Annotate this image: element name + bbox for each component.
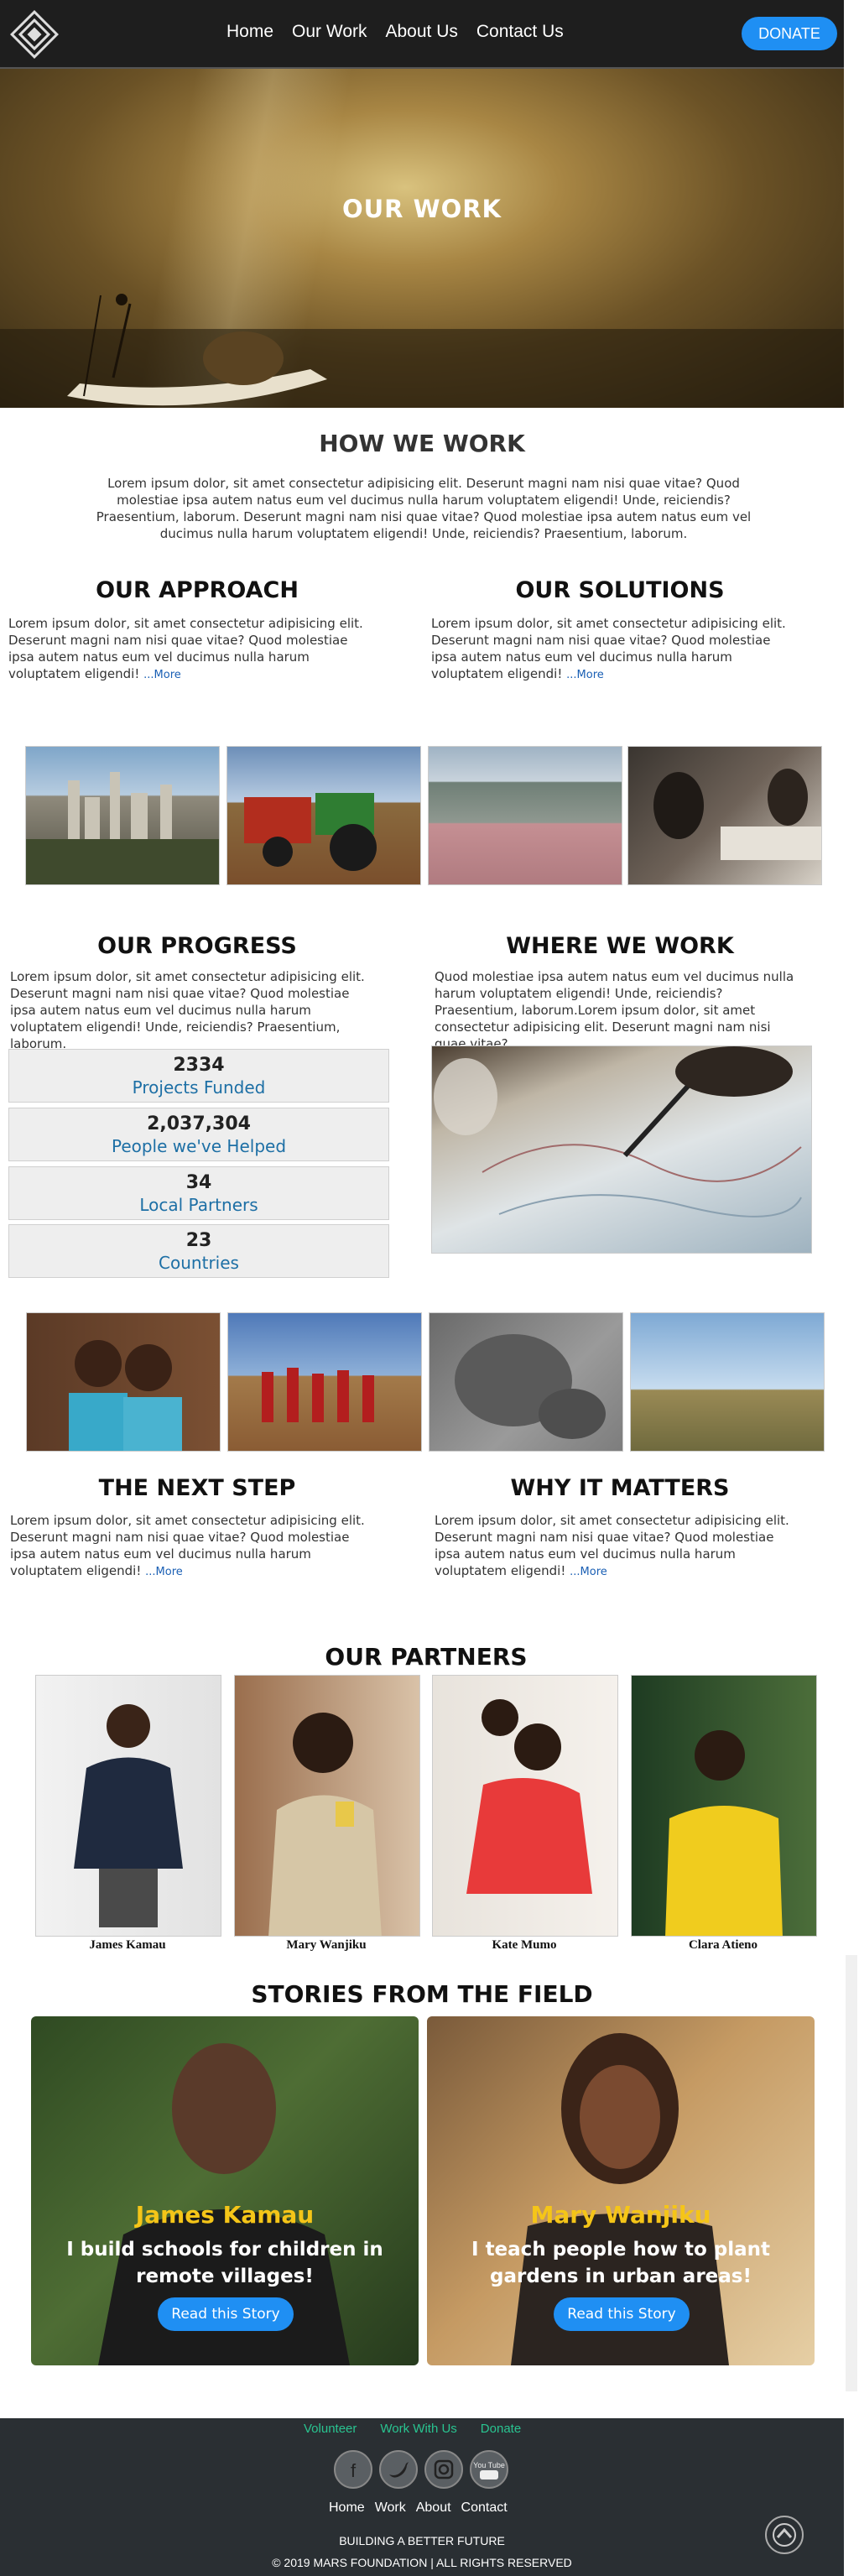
approach-more-link[interactable]: ...More: [143, 669, 181, 681]
how-we-work-title: HOW WE WORK: [319, 430, 525, 457]
flamingos-photo: [428, 746, 622, 885]
svg-text:f: f: [351, 2460, 357, 2481]
story-name: James Kamau: [135, 2201, 315, 2229]
stories-scrollbar[interactable]: [846, 1955, 857, 2391]
approach-body: Lorem ipsum dolor, sit amet consectetur …: [8, 616, 363, 681]
hero-water-scene: [0, 294, 844, 408]
partner-photo-kate: [432, 1675, 618, 1937]
hero-title: OUR WORK: [341, 195, 502, 223]
stat-label: Local Partners: [139, 1195, 258, 1215]
story-quote: I build schools for children in remote v…: [66, 2239, 383, 2287]
maasai-photo: [227, 1312, 422, 1452]
partner-photo-clara: [631, 1675, 817, 1937]
story-card-mary[interactable]: Mary Wanjiku I teach people how to plant…: [427, 2016, 815, 2365]
partner-photo-mary: [234, 1675, 420, 1937]
partner-photo-james: [35, 1675, 221, 1937]
nav-home[interactable]: Home: [226, 22, 273, 42]
stat-local-partners: 34 Local Partners: [8, 1166, 389, 1220]
stat-value: 2334: [173, 1055, 225, 1076]
footer-links: Home Work About Contact: [329, 2500, 508, 2516]
partner-name-clara: Clara Atieno: [688, 1938, 758, 1952]
nav-contact-us[interactable]: Contact Us: [476, 22, 564, 42]
footer: [0, 2418, 844, 2576]
hero-banner: OUR WORK: [0, 69, 844, 408]
footer-volunteer-link[interactable]: Volunteer: [304, 2422, 357, 2436]
solutions-more-link[interactable]: ...More: [566, 669, 604, 681]
stat-label: People we've Helped: [111, 1136, 287, 1156]
why-more-link[interactable]: ...More: [570, 1566, 607, 1578]
meeting-photo: [627, 746, 822, 885]
next-step-more-link[interactable]: ...More: [145, 1566, 183, 1578]
partners-title: OUR PARTNERS: [325, 1643, 528, 1671]
partner-name-mary: Mary Wanjiku: [286, 1938, 367, 1952]
story-name: Mary Wanjiku: [530, 2201, 711, 2229]
partner-name-kate: Kate Mumo: [492, 1938, 557, 1952]
footer-work-with-us-link[interactable]: Work With Us: [380, 2422, 456, 2436]
how-we-work-text: Lorem ipsum dolor, sit amet consectetur …: [96, 476, 752, 541]
stat-label: Projects Funded: [132, 1077, 266, 1098]
footer-top-links: Volunteer Work With Us Donate: [304, 2422, 521, 2436]
footer-work-link[interactable]: Work: [375, 2500, 406, 2516]
stat-value: 2,037,304: [147, 1113, 251, 1134]
nav-links: Home Our Work About Us Contact Us: [226, 22, 564, 42]
partner-name-james: James Kamau: [89, 1938, 166, 1952]
back-to-top-button[interactable]: [765, 2516, 804, 2554]
savanna-photo: [630, 1312, 825, 1452]
city-skyline-photo: [25, 746, 220, 885]
footer-home-link[interactable]: Home: [329, 2500, 365, 2516]
stat-value: 23: [185, 1230, 212, 1251]
next-step-body: Lorem ipsum dolor, sit amet consectetur …: [10, 1513, 365, 1578]
tractor-photo: [226, 746, 421, 885]
where-text: Quod molestiae ipsa autem natus eum vel …: [435, 969, 794, 1051]
why-text: Lorem ipsum dolor, sit amet consectetur …: [435, 1512, 795, 1581]
why-body: Lorem ipsum dolor, sit amet consectetur …: [435, 1513, 789, 1578]
stat-label: Countries: [159, 1253, 239, 1273]
instagram-icon[interactable]: [424, 2450, 463, 2489]
logo-icon[interactable]: [8, 8, 60, 60]
facebook-icon[interactable]: f: [334, 2450, 372, 2489]
solutions-text: Lorem ipsum dolor, sit amet consectetur …: [431, 615, 792, 684]
donate-button[interactable]: DONATE: [742, 17, 837, 50]
stat-people-helped: 2,037,304 People we've Helped: [8, 1108, 389, 1161]
next-step-text: Lorem ipsum dolor, sit amet consectetur …: [10, 1512, 371, 1581]
footer-tagline: BUILDING A BETTER FUTURE: [339, 2534, 505, 2547]
nav-our-work[interactable]: Our Work: [292, 22, 367, 42]
stat-value: 34: [185, 1172, 212, 1193]
next-step-title: THE NEXT STEP: [98, 1475, 296, 1501]
top-navbar: Home Our Work About Us Contact Us DONATE: [0, 0, 844, 69]
footer-contact-link[interactable]: Contact: [461, 2500, 508, 2516]
read-story-button[interactable]: Read this Story: [158, 2297, 294, 2331]
footer-donate-link[interactable]: Donate: [481, 2422, 521, 2436]
stat-countries: 23 Countries: [8, 1224, 389, 1278]
approach-title: OUR APPROACH: [96, 577, 299, 603]
two-women-photo: [26, 1312, 221, 1452]
youtube-you-text: You Tube: [473, 2461, 505, 2469]
where-title: WHERE WE WORK: [506, 933, 734, 959]
stories-title: STORIES FROM THE FIELD: [251, 1980, 593, 2008]
stat-projects-funded: 2334 Projects Funded: [8, 1049, 389, 1103]
approach-text: Lorem ipsum dolor, sit amet consectetur …: [8, 615, 369, 684]
footer-copyright: © 2019 MARS FOUNDATION | ALL RIGHTS RESE…: [272, 2556, 572, 2569]
why-title: WHY IT MATTERS: [510, 1475, 730, 1501]
solutions-body: Lorem ipsum dolor, sit amet consectetur …: [431, 616, 786, 681]
read-story-button[interactable]: Read this Story: [554, 2297, 690, 2331]
twitter-icon[interactable]: [379, 2450, 418, 2489]
map-photo: [431, 1046, 812, 1254]
youtube-icon[interactable]: You Tube: [470, 2450, 508, 2489]
solutions-title: OUR SOLUTIONS: [515, 577, 725, 603]
story-quote: I teach people how to plant gardens in u…: [471, 2239, 770, 2287]
progress-title: OUR PROGRESS: [97, 933, 297, 959]
elephants-photo: [429, 1312, 623, 1452]
progress-text: Lorem ipsum dolor, sit amet consectetur …: [10, 969, 365, 1051]
footer-about-link[interactable]: About: [416, 2500, 451, 2516]
chevron-up-icon: [773, 2523, 796, 2547]
story-card-james[interactable]: James Kamau I build schools for children…: [31, 2016, 419, 2365]
nav-about-us[interactable]: About Us: [386, 22, 458, 42]
